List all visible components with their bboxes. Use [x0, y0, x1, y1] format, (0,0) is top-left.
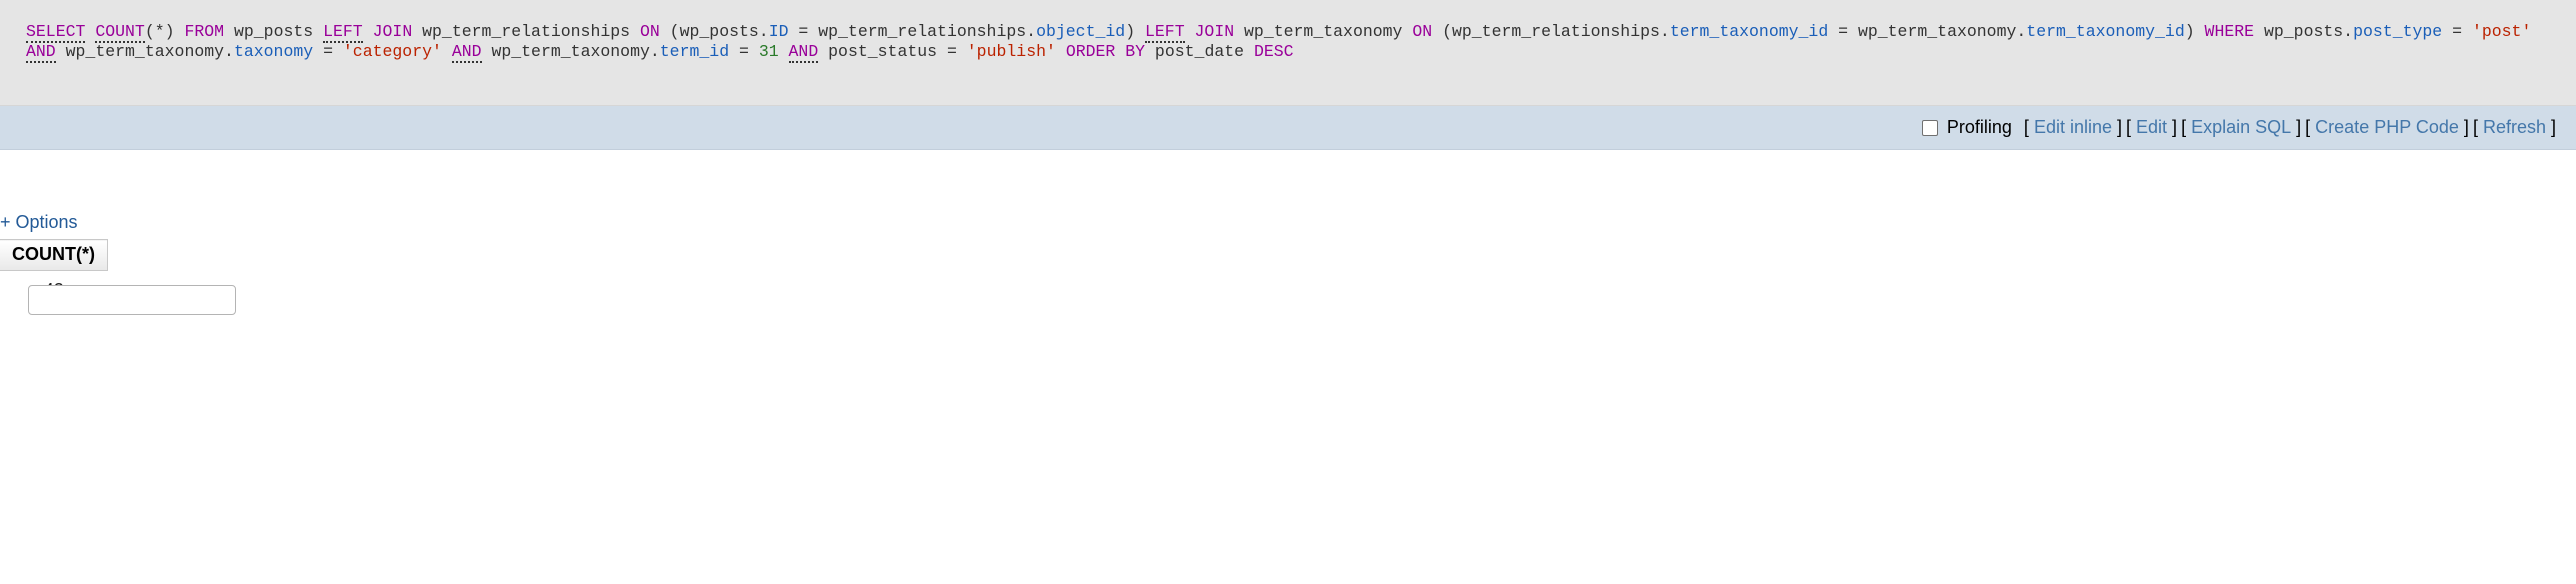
create-php-code-link[interactable]: Create PHP Code	[2312, 117, 2462, 137]
sql-token: JOIN	[372, 22, 413, 41]
results-area: + Options COUNT(*) 42	[0, 150, 2576, 315]
refresh-link[interactable]: Refresh	[2480, 117, 2549, 137]
sql-token: =	[313, 42, 343, 61]
sql-query-text: SELECT COUNT(*) FROM wp_posts LEFT JOIN …	[26, 22, 2550, 63]
sql-token: WHERE	[2204, 22, 2255, 41]
sql-token: )	[2184, 22, 2205, 41]
sql-token: wp_posts.	[2254, 22, 2354, 41]
toolbar-items: Profiling [Edit inline][Edit][Explain SQ…	[1921, 117, 2558, 138]
sql-token: wp_term_taxonomy	[1234, 22, 1413, 41]
sql-token: = wp_term_relationships.	[788, 22, 1037, 41]
sql-token: term_taxonomy_id	[1669, 22, 1829, 41]
bracket-open: [	[2305, 117, 2311, 137]
sql-token: (wp_posts.	[659, 22, 769, 41]
sql-token: term_taxonomy_id	[2026, 22, 2185, 41]
sql-token: = wp_term_taxonomy.	[1828, 22, 2027, 41]
column-header[interactable]: COUNT(*)	[0, 239, 108, 271]
sql-token: 'category'	[342, 42, 442, 61]
sql-token: SELECT	[26, 22, 86, 43]
bottom-input-box[interactable]	[28, 285, 236, 315]
bracket-close: ]	[2296, 117, 2302, 137]
edit-inline-link[interactable]: Edit inline	[2031, 117, 2115, 137]
sql-token: AND	[788, 42, 819, 63]
sql-token: AND	[26, 42, 56, 63]
sql-token: ID	[768, 22, 789, 41]
sql-token: JOIN	[1194, 22, 1235, 41]
profiling-label: Profiling	[1946, 117, 2012, 137]
sql-token: wp_term_taxonomy.	[55, 42, 234, 61]
bracket-close: ]	[2172, 117, 2178, 137]
sql-token: post_date	[1145, 42, 1254, 61]
bracket-open: [	[2472, 117, 2478, 137]
table-header-row: COUNT(*)	[0, 239, 108, 271]
sql-token: ON	[1412, 22, 1433, 41]
sql-token: 31	[758, 42, 779, 61]
edit-link[interactable]: Edit	[2133, 117, 2170, 137]
sql-token: FROM	[184, 22, 225, 41]
sql-token: )	[1125, 22, 1145, 41]
bracket-close: ]	[2463, 117, 2469, 137]
sql-token: (wp_term_relationships.	[1432, 22, 1670, 41]
bracket-open: [	[2181, 117, 2187, 137]
sql-token: post_type	[2353, 22, 2443, 41]
sql-token: wp_term_relationships	[412, 22, 640, 41]
results-table-head: COUNT(*)	[0, 239, 108, 271]
explain-sql-link[interactable]: Explain SQL	[2188, 117, 2294, 137]
sql-token: LEFT	[1145, 22, 1185, 43]
sql-token: post_status =	[818, 42, 967, 61]
sql-token: =	[2442, 22, 2472, 41]
sql-token: AND	[451, 42, 482, 63]
bracket-close: ]	[2116, 117, 2122, 137]
sql-token: =	[729, 42, 759, 61]
sql-token: ON	[639, 22, 660, 41]
sql-token: DESC	[1253, 42, 1294, 61]
sql-token: taxonomy	[233, 42, 314, 61]
profiling-checkbox[interactable]	[1921, 119, 1938, 136]
sql-token: 'publish'	[966, 42, 1056, 61]
sql-token: 'post'	[2471, 22, 2532, 41]
query-actions-toolbar: Profiling [Edit inline][Edit][Explain SQ…	[0, 106, 2576, 150]
sql-token: ORDER BY	[1065, 42, 1146, 61]
bracket-close: ]	[2550, 117, 2556, 137]
sql-token: wp_term_taxonomy.	[481, 42, 660, 61]
options-toggle-link[interactable]: + Options	[0, 212, 78, 233]
sql-token: (*)	[144, 22, 185, 41]
toolbar-links: [Edit inline][Edit][Explain SQL][Create …	[2022, 117, 2558, 138]
sql-token: object_id	[1036, 22, 1126, 41]
sql-token: COUNT	[95, 22, 145, 43]
sql-token: LEFT	[323, 22, 363, 43]
bracket-open: [	[2126, 117, 2132, 137]
sql-token: term_id	[659, 42, 730, 61]
bracket-open: [	[2023, 117, 2029, 137]
sql-query-panel: SELECT COUNT(*) FROM wp_posts LEFT JOIN …	[0, 0, 2576, 106]
sql-token: wp_posts	[224, 22, 324, 41]
